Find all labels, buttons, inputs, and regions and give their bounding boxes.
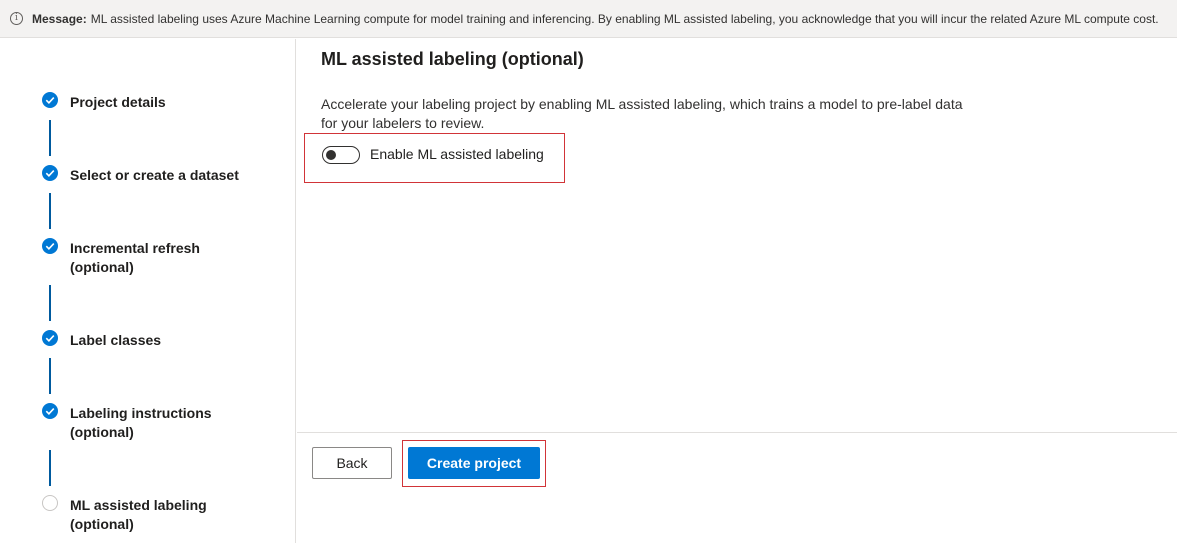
- step-label-line1: ML assisted labeling: [70, 497, 207, 513]
- step-connector: [49, 285, 51, 321]
- step-connector: [49, 193, 51, 229]
- toggle-label[interactable]: Enable ML assisted labeling: [370, 146, 544, 162]
- checkmark-circle-icon: [42, 92, 58, 108]
- step-label-line2: (optional): [70, 516, 134, 532]
- step-label: Incremental refresh (optional): [70, 239, 270, 277]
- checkmark-circle-icon: [42, 403, 58, 419]
- checkmark-circle-icon: [42, 330, 58, 346]
- step-label: ML assisted labeling (optional): [70, 496, 270, 534]
- step-connector: [49, 450, 51, 486]
- step-label-line2: (optional): [70, 259, 134, 275]
- empty-circle-icon: [42, 495, 58, 511]
- step-connector: [49, 120, 51, 156]
- step-connector: [49, 358, 51, 394]
- toggle-knob: [326, 150, 336, 160]
- checkmark-circle-icon: [42, 238, 58, 254]
- back-button[interactable]: Back: [312, 447, 392, 479]
- create-highlight-box: Create project: [402, 440, 546, 487]
- page-title: ML assisted labeling (optional): [321, 49, 584, 69]
- message-label: Message:: [32, 11, 87, 26]
- step-label-line1: Incremental refresh: [70, 240, 200, 256]
- message-text: ML assisted labeling uses Azure Machine …: [90, 11, 1159, 26]
- create-project-button[interactable]: Create project: [408, 447, 540, 479]
- step-label-line1: Labeling instructions: [70, 405, 212, 421]
- step-label: Select or create a dataset: [70, 167, 239, 183]
- step-label: Labeling instructions (optional): [70, 404, 270, 442]
- ml-labeling-toggle[interactable]: [322, 146, 360, 164]
- step-label-line2: (optional): [70, 424, 134, 440]
- footer-divider: [297, 432, 1177, 433]
- wizard-steps-sidebar: Project details Select or create a datas…: [0, 39, 296, 543]
- toggle-highlight-box: Enable ML assisted labeling: [304, 133, 565, 183]
- step-label: Label classes: [70, 332, 162, 348]
- info-icon: i: [10, 12, 23, 25]
- message-bar: i Message: ML assisted labeling uses Azu…: [0, 0, 1177, 38]
- step-label: Project details: [70, 94, 166, 110]
- checkmark-circle-icon: [42, 165, 58, 181]
- description-text: Accelerate your labeling project by enab…: [321, 96, 963, 131]
